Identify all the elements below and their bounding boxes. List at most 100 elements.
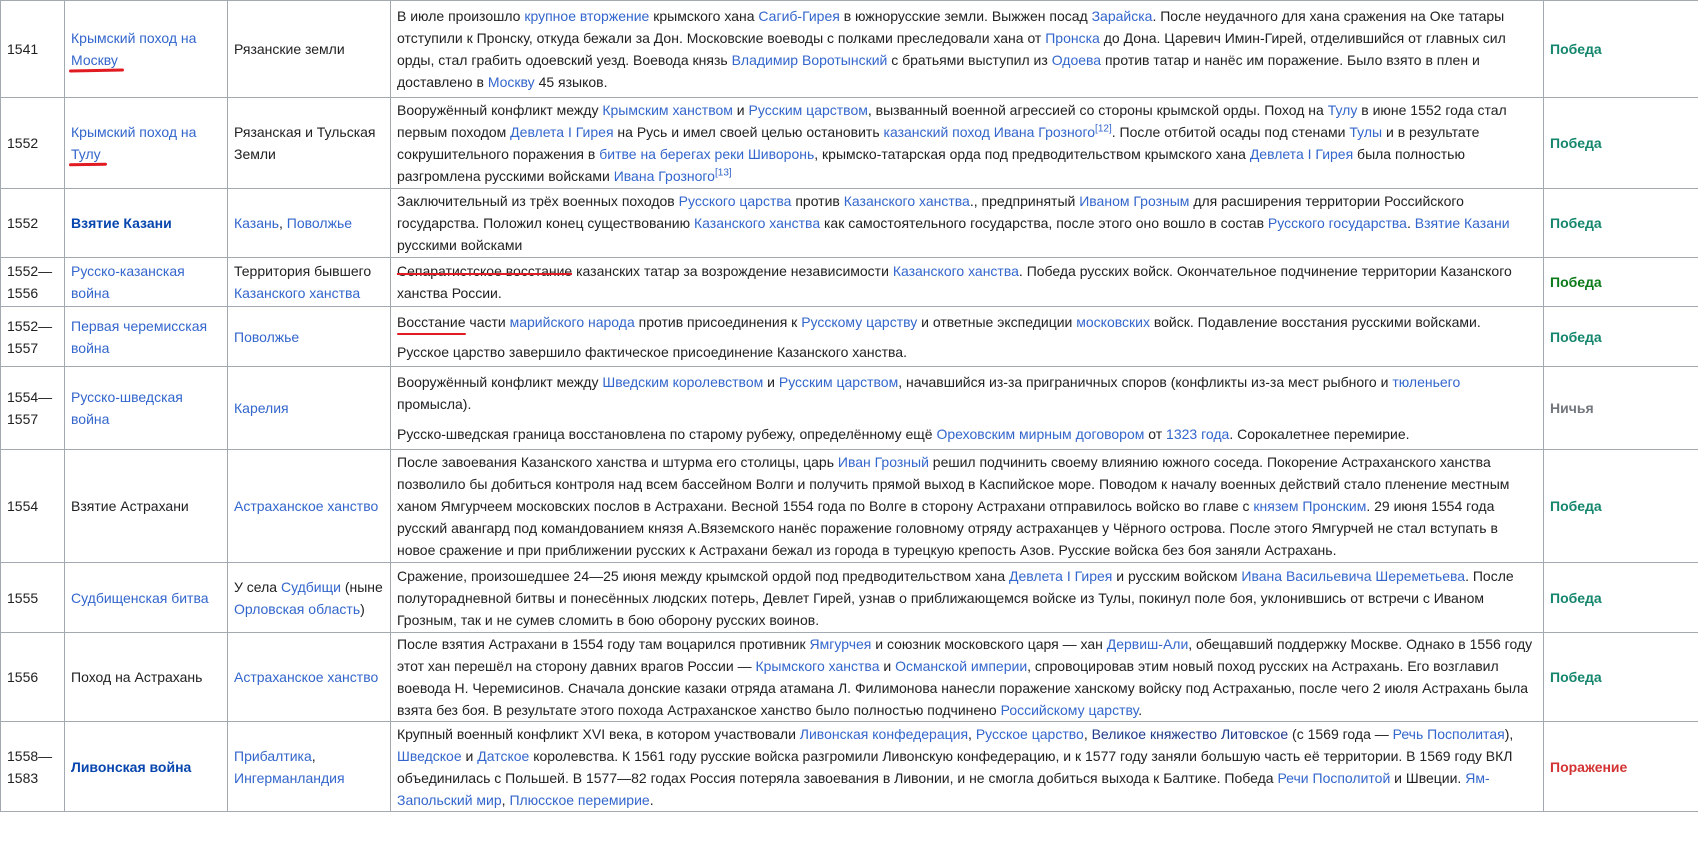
- wiki-link[interactable]: Русского царства: [679, 193, 792, 209]
- wiki-link[interactable]: Казанского ханства: [844, 193, 970, 209]
- wiki-link[interactable]: Речи Посполитой: [1277, 770, 1390, 786]
- wiki-link[interactable]: Шведское: [397, 748, 462, 764]
- description-paragraph: После взятия Астрахани в 1554 году там в…: [397, 634, 1537, 721]
- wiki-link[interactable]: казанский поход Ивана Грозного: [884, 124, 1096, 140]
- wiki-link[interactable]: [13]: [715, 167, 732, 178]
- text-span: в южнорусские земли. Выжжен посад: [839, 8, 1092, 24]
- wiki-link[interactable]: Ингерманландия: [234, 770, 345, 786]
- wiki-link[interactable]: Русско-казанская война: [71, 263, 185, 301]
- wiki-link[interactable]: Поволжье: [287, 215, 352, 231]
- result-cell: Победа: [1543, 449, 1698, 563]
- conflict-name-cell: Крымский поход на Москву: [64, 0, 228, 98]
- wiki-link[interactable]: Зарайска: [1092, 8, 1153, 24]
- wiki-link[interactable]: князем Пронским: [1253, 498, 1366, 514]
- description-cell: Сепаратистское восстание казанских татар…: [390, 257, 1544, 307]
- wiki-link[interactable]: Русским царством: [749, 102, 868, 118]
- text-span: Русско-шведская граница восстановлена по…: [397, 426, 937, 442]
- wiki-link[interactable]: [12]: [1095, 123, 1112, 134]
- text-span: на Русь и имел своей целью остановить: [613, 124, 884, 140]
- wiki-link[interactable]: Российскому царству: [1001, 702, 1139, 718]
- wiki-link[interactable]: Датское: [477, 748, 529, 764]
- wiki-link[interactable]: тюленьего: [1392, 374, 1460, 390]
- wiki-link[interactable]: Русское царство: [976, 726, 1084, 742]
- result-cell: Победа: [1543, 257, 1698, 307]
- wiki-link[interactable]: Ямгурчея: [810, 636, 872, 652]
- wiki-link[interactable]: Орловская область: [234, 601, 360, 617]
- result-cell: Ничья: [1543, 366, 1698, 450]
- wars-table-body: 1541 Крымский поход на Москву Рязанские зе…: [0, 0, 1698, 812]
- wiki-link[interactable]: Прибалтика: [234, 748, 312, 764]
- wiki-link[interactable]: Русско-шведская война: [71, 389, 183, 427]
- result-cell: Победа: [1543, 562, 1698, 633]
- wiki-link[interactable]: Иваном Грозным: [1079, 193, 1189, 209]
- wiki-link[interactable]: Пронска: [1045, 30, 1100, 46]
- wiki-link[interactable]: Иван Грозный: [838, 454, 929, 470]
- text-span: против присоединения к: [634, 313, 802, 330]
- wiki-link[interactable]: Дервиш-Али: [1107, 636, 1189, 652]
- location-cell: Астраханское ханство: [227, 632, 391, 722]
- wiki-link[interactable]: Тулы: [1349, 124, 1382, 140]
- wiki-link[interactable]: Астраханское ханство: [234, 498, 378, 514]
- description-cell: После взятия Астрахани в 1554 году там в…: [390, 632, 1544, 722]
- year-cell: 1552—1556: [0, 257, 65, 307]
- text-span: Сражение, произошедшее 24—25 июня между …: [397, 567, 1010, 584]
- wiki-link[interactable]: Карелия: [234, 400, 289, 416]
- wiki-link[interactable]: Казань: [234, 215, 279, 231]
- wiki-link[interactable]: Османской империи: [895, 658, 1027, 674]
- wiki-link[interactable]: Девлета I Гирея: [1009, 568, 1112, 584]
- table-row: 1552 Взятие Казани Казань, Поволжье Заключи…: [0, 188, 1698, 258]
- wiki-link[interactable]: Русского государства: [1268, 215, 1407, 231]
- wiki-link[interactable]: Поволжье: [234, 329, 299, 345]
- wiki-link[interactable]: крупное вторжение: [524, 8, 649, 24]
- wiki-link[interactable]: Ивана Грозного: [614, 168, 715, 184]
- wiki-link[interactable]: Казанского ханства: [234, 285, 360, 301]
- wiki-link[interactable]: Взятие Казани: [1415, 215, 1510, 231]
- wiki-link[interactable]: Тулу: [1328, 102, 1358, 118]
- wiki-link[interactable]: Казанского ханства: [694, 215, 820, 231]
- wiki-link[interactable]: Речь Посполитая: [1393, 726, 1505, 742]
- wiki-link[interactable]: Плюсское перемирие: [509, 792, 649, 808]
- wiki-link[interactable]: Москву: [488, 74, 535, 90]
- wiki-link[interactable]: Девлета I Гирея: [510, 124, 613, 140]
- wiki-link[interactable]: Шведским королевством: [602, 374, 763, 390]
- wiki-link[interactable]: Русскому царству: [801, 314, 917, 330]
- text-span: , начавшийся из-за приграничных споров (…: [898, 374, 1393, 390]
- wiki-link[interactable]: Одоева: [1052, 52, 1101, 68]
- wiki-link[interactable]: 1323 года: [1166, 426, 1229, 442]
- location-cell: У села Судбищи (ныне Орловская область): [227, 562, 391, 633]
- wiki-link[interactable]: Судбищенская битва: [71, 590, 209, 606]
- description-paragraph: Восстание части марийского народа против…: [397, 311, 1537, 333]
- location-cell: Казань, Поволжье: [227, 188, 391, 258]
- description-cell: Сражение, произошедшее 24—25 июня между …: [390, 562, 1544, 633]
- wiki-link[interactable]: Крымский поход на Тулу: [71, 124, 196, 162]
- wiki-link[interactable]: Ивана Васильевича Шереметьева: [1241, 568, 1465, 584]
- year-cell: 1554: [0, 449, 65, 563]
- text-span: Территория бывшего: [234, 263, 372, 279]
- wiki-link[interactable]: битве на берегах реки Шиворонь: [599, 146, 814, 162]
- text-span: ,: [1083, 725, 1092, 742]
- wiki-link[interactable]: Взятие Казани: [71, 215, 172, 231]
- wiki-link[interactable]: московских: [1076, 314, 1150, 330]
- wiki-link[interactable]: Казанского ханства: [893, 263, 1019, 279]
- wiki-link[interactable]: Крымский поход на Москву: [71, 30, 196, 68]
- wiki-link[interactable]: Великое княжество Литовское: [1092, 726, 1289, 742]
- wiki-link[interactable]: Русским царством: [779, 374, 898, 390]
- wiki-link[interactable]: Сагиб-Гирея: [758, 8, 839, 24]
- text-span: казанских татар за возрождение независим…: [572, 263, 893, 279]
- text-span: Вооружённый конфликт между: [397, 102, 603, 118]
- text-span: У села: [234, 578, 281, 595]
- wiki-link[interactable]: Девлета I Гирея: [1250, 146, 1353, 162]
- wiki-link[interactable]: Ливонская конфедерация: [800, 726, 968, 742]
- wiki-link[interactable]: Ореховским мирным договором: [937, 426, 1145, 442]
- wiki-link[interactable]: марийского народа: [510, 314, 635, 330]
- conflict-name-cell: Судбищенская битва: [64, 562, 228, 633]
- wiki-link[interactable]: Первая черемисская война: [71, 318, 207, 356]
- wiki-link[interactable]: Судбищи: [281, 579, 341, 595]
- conflict-name-cell: Взятие Казани: [64, 188, 228, 258]
- wiki-link[interactable]: Астраханское ханство: [234, 669, 378, 685]
- wiki-link[interactable]: Крымского ханства: [755, 658, 879, 674]
- description-cell: После завоевания Казанского ханства и шт…: [390, 449, 1544, 563]
- wiki-link[interactable]: Ливонская война: [71, 759, 191, 775]
- wiki-link[interactable]: Владимир Воротынский: [732, 52, 888, 68]
- wiki-link[interactable]: Крымским ханством: [602, 102, 733, 118]
